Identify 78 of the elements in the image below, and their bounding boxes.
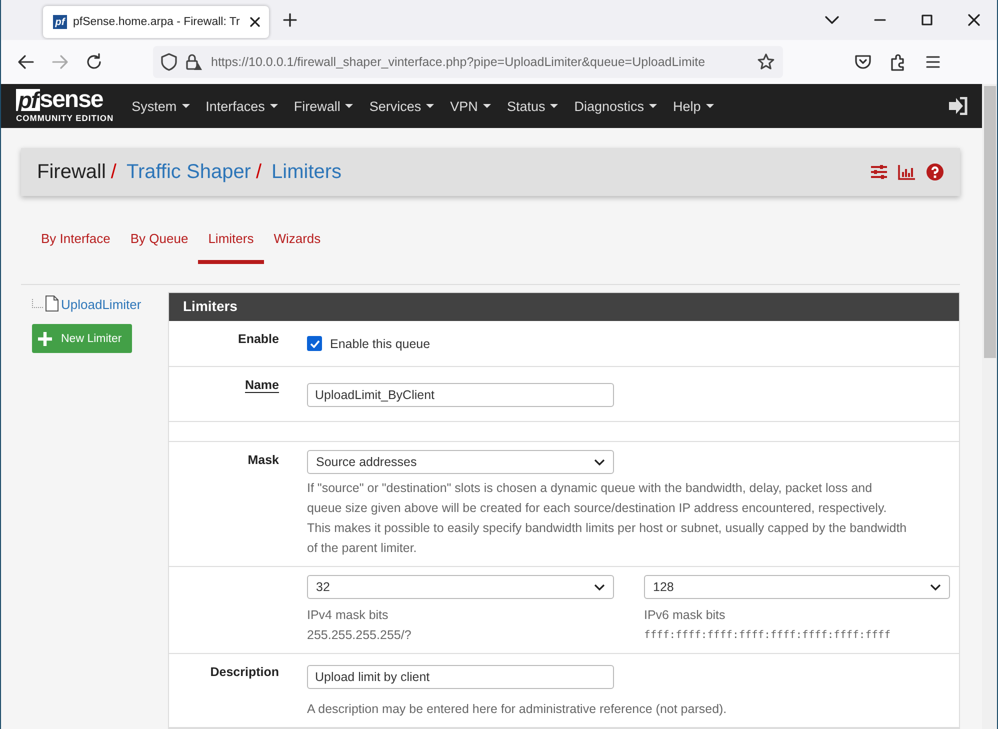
input-field[interactable]: Upload limit by client [307, 665, 614, 689]
mask-note: 255.255.255.255/? [307, 627, 412, 644]
menu-item[interactable]: System [132, 98, 177, 114]
breadcrumb-separator: / [110, 160, 116, 184]
caret-icon [426, 104, 434, 108]
extensions-icon[interactable] [889, 53, 907, 71]
menu-item[interactable]: Services [369, 98, 422, 114]
bar-chart-icon[interactable] [898, 164, 916, 180]
breadcrumb-title: Firewall [37, 160, 106, 184]
input-field[interactable]: UploadLimit_ByClient [307, 383, 614, 407]
field-label: Description [210, 665, 279, 679]
plus-icon [37, 330, 53, 346]
tab[interactable]: By Queue [120, 227, 198, 264]
new-tab-icon[interactable] [283, 13, 297, 27]
menu-item[interactable]: VPN [450, 98, 478, 114]
checkbox[interactable] [307, 336, 322, 351]
breadcrumb-separator: / [256, 160, 262, 184]
logo-text: sense [40, 89, 103, 111]
dropdown[interactable]: 32 [307, 575, 614, 599]
menu-item[interactable]: Diagnostics [574, 98, 644, 114]
chevron-down-icon[interactable] [825, 15, 839, 25]
help-text: IPv6 mask bits [644, 607, 726, 624]
close-icon[interactable] [968, 14, 980, 26]
scrollbar-thumb[interactable] [984, 86, 996, 358]
favicon-icon: pf [53, 15, 67, 29]
pocket-icon[interactable] [854, 53, 872, 71]
breadcrumb-link[interactable]: Limiters [272, 160, 342, 184]
tree-item[interactable]: UploadLimiter [61, 297, 142, 312]
menu-item[interactable]: Firewall [294, 98, 340, 114]
caret-icon [482, 104, 491, 108]
help-text: If "source" or "destination" slots is chosen a dynamic queue with the bandwidth, delay, packet loss and queue size given above will be created for each source/destination IP address encountered, respectively. This makes it possible to easily specify bandwidth limits per host or subnet, usually capped by the bandwidth of the parent limiter. [307, 480, 908, 557]
caret-icon [345, 104, 354, 108]
star-icon[interactable] [757, 53, 775, 71]
dropdown[interactable]: Source addresses [307, 450, 614, 474]
logo-mark: pf [16, 89, 40, 111]
close-icon[interactable] [249, 16, 261, 28]
chevron-down-icon [930, 584, 941, 590]
logo-subtitle: COMMUNITY EDITION [16, 113, 114, 123]
tab-title: pfSense.home.arpa - Firewall: Tr [73, 16, 241, 28]
help-text: IPv4 mask bits [307, 607, 390, 624]
lock-warning-icon[interactable] [185, 53, 203, 71]
document-icon [45, 295, 59, 312]
checkbox-label: Enable this queue [330, 336, 430, 350]
logout-icon[interactable] [948, 97, 968, 115]
mask-note: ffff:ffff:ffff:ffff:ffff:ffff:ffff:ffff [644, 628, 892, 643]
breadcrumb-link[interactable]: Traffic Shaper [126, 160, 251, 184]
menu-item[interactable]: Help [673, 98, 701, 114]
dropdown[interactable]: 128 [644, 575, 950, 599]
tree-line [32, 299, 43, 308]
menu-item[interactable]: Status [506, 98, 546, 114]
field-label: Enable [238, 332, 279, 346]
menu-item[interactable]: Interfaces [206, 98, 265, 114]
caret-icon [706, 104, 714, 108]
panel-title: Limiters [169, 293, 959, 321]
caret-icon [182, 104, 190, 108]
menu-icon[interactable] [924, 53, 942, 71]
help-icon[interactable] [926, 163, 944, 181]
chevron-down-icon [594, 584, 605, 590]
tab[interactable]: Limiters [198, 227, 264, 264]
maximize-icon[interactable] [921, 14, 933, 26]
caret-icon [550, 104, 558, 108]
tab[interactable]: Wizards [264, 227, 331, 264]
field-label: Mask [248, 453, 279, 467]
check-icon [310, 340, 320, 348]
field-label: Name [244, 378, 279, 393]
caret-icon [270, 104, 278, 108]
tab[interactable]: By Interface [31, 227, 120, 264]
browser-tab[interactable]: pf pfSense.home.arpa - Firewall: Tr [43, 6, 269, 38]
caret-icon [649, 104, 657, 108]
shield-icon[interactable] [161, 53, 177, 71]
scrollbar[interactable] [982, 84, 997, 729]
reload-icon[interactable] [85, 53, 103, 71]
sliders-icon[interactable] [870, 164, 888, 180]
chevron-down-icon [594, 458, 605, 466]
help-text: A description may be entered here for administrative reference (not parsed). [307, 701, 728, 718]
url-text: https://10.0.0.1/firewall_shaper_vinterface.php?pipe=UploadLimiter&queue=UploadLimite [211, 55, 706, 69]
back-icon[interactable] [17, 53, 35, 71]
address-bar[interactable]: https://10.0.0.1/firewall_shaper_vinterface.php?pipe=UploadLimiter&queue=UploadLimite [153, 46, 783, 78]
